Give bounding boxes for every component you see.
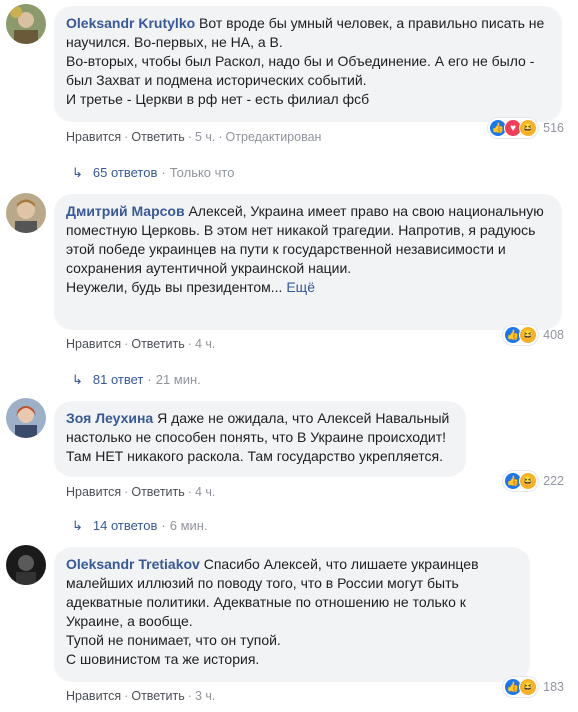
replies-time: 6 мин. <box>169 518 208 533</box>
reaction-count: 222 <box>543 474 564 488</box>
comment-bubble: Oleksandr Tretiakov Спасибо Алексей, что… <box>54 547 530 682</box>
reactions-summary[interactable]: 👍 ♥ 😆 516 <box>488 118 564 138</box>
view-replies-link[interactable]: ↳ 81 ответ · 21 мин. <box>72 372 201 388</box>
comment-text: С шовинистом та же история. <box>66 651 260 667</box>
edited-label: Отредактирован <box>225 130 322 144</box>
comment-time[interactable]: 3 ч. <box>195 689 215 703</box>
avatar[interactable] <box>6 4 46 44</box>
comment-bubble: Oleksandr Krutylko Вот вроде бы умный че… <box>54 6 562 122</box>
see-more-link[interactable]: Ещё <box>286 279 315 295</box>
comment-author[interactable]: Дмитрий Марсов <box>66 203 185 219</box>
comment-time[interactable]: 5 ч. <box>195 130 215 144</box>
like-link[interactable]: Нравится <box>66 337 121 351</box>
comment-time[interactable]: 4 ч. <box>195 485 215 499</box>
reactions-summary[interactable]: 👍 😆 408 <box>503 325 564 345</box>
comment-actions: Нравится · Ответить · 4 ч. <box>66 485 216 499</box>
reply-arrow-icon: ↳ <box>72 518 83 533</box>
comment-actions: Нравится · Ответить · 3 ч. <box>66 689 216 703</box>
like-link[interactable]: Нравится <box>66 689 121 703</box>
like-link[interactable]: Нравится <box>66 485 121 499</box>
comment-bubble: Зоя Леухина Я даже не ожидала, что Алекс… <box>54 401 466 477</box>
reactions-summary[interactable]: 👍 😆 222 <box>503 471 564 491</box>
reactions-summary[interactable]: 👍 😆 183 <box>503 677 564 697</box>
replies-time: 21 мин. <box>155 372 201 387</box>
comment-actions: Нравится · Ответить · 4 ч. <box>66 337 216 351</box>
reaction-count: 408 <box>543 328 564 342</box>
like-link[interactable]: Нравится <box>66 130 121 144</box>
avatar[interactable] <box>6 545 46 585</box>
avatar[interactable] <box>6 193 46 233</box>
comment-text: Во-вторых, чтобы был Раскол, надо бы и О… <box>66 53 535 88</box>
comment-text: И третье - Церкви в рф нет - есть филиал… <box>66 91 370 107</box>
reply-link[interactable]: Ответить <box>131 130 184 144</box>
avatar[interactable] <box>6 398 46 438</box>
comment-time[interactable]: 4 ч. <box>195 337 215 351</box>
replies-time: Только что <box>169 165 235 180</box>
comment-author[interactable]: Зоя Леухина <box>66 410 153 426</box>
reaction-count: 516 <box>543 121 564 135</box>
view-replies-link[interactable]: ↳ 14 ответов · 6 мин. <box>72 518 208 534</box>
replies-count[interactable]: 65 ответов <box>93 165 157 180</box>
reply-link[interactable]: Ответить <box>131 689 184 703</box>
comment-author[interactable]: Oleksandr Tretiakov <box>66 556 200 572</box>
haha-reaction-icon: 😆 <box>519 326 538 344</box>
reply-arrow-icon: ↳ <box>72 165 83 180</box>
comment-author[interactable]: Oleksandr Krutylko <box>66 15 195 31</box>
haha-reaction-icon: 😆 <box>519 472 538 490</box>
comment-actions: Нравится · Ответить · 5 ч. · Отредактирован <box>66 130 322 144</box>
haha-reaction-icon: 😆 <box>519 678 538 696</box>
view-replies-link[interactable]: ↳ 65 ответов · Только что <box>72 165 234 181</box>
reply-arrow-icon: ↳ <box>72 372 83 387</box>
comment-text: Неужели, будь вы президентом... <box>66 279 283 295</box>
reply-link[interactable]: Ответить <box>131 485 184 499</box>
comment-text: Тупой не понимает, что он тупой. <box>66 632 281 648</box>
replies-count[interactable]: 14 ответов <box>93 518 157 533</box>
reply-link[interactable]: Ответить <box>131 337 184 351</box>
replies-count[interactable]: 81 ответ <box>93 372 143 387</box>
reaction-count: 183 <box>543 680 564 694</box>
comment-bubble: Дмитрий Марсов Алексей, Украина имеет пр… <box>54 194 562 330</box>
haha-reaction-icon: 😆 <box>519 119 538 137</box>
